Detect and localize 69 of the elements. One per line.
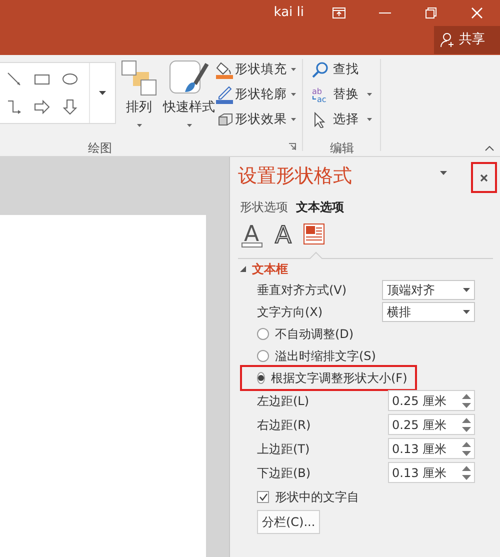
- dialog-launcher-icon[interactable]: [289, 143, 296, 150]
- close-button[interactable]: [471, 162, 497, 193]
- pane-title: 设置形状格式: [238, 164, 353, 189]
- ellipse-icon[interactable]: [62, 70, 78, 87]
- caret-icon: [136, 124, 142, 126]
- radio-option[interactable]: 溢出时缩排文字(S): [238, 345, 382, 367]
- shape-effect-icon: [216, 110, 233, 128]
- field-label: 下边距(B): [257, 464, 312, 482]
- field-label: 右边距(R): [257, 416, 312, 434]
- checkbox-label: 形状中的文字自: [275, 488, 359, 506]
- spin-arrows-icon: [462, 418, 471, 432]
- dropdown[interactable]: 顶端对齐: [382, 280, 475, 300]
- caret-icon: [291, 68, 296, 71]
- collapse-ribbon-icon[interactable]: [485, 146, 494, 151]
- radio-option[interactable]: 根据文字调整形状大小(F): [242, 367, 415, 389]
- person-add-icon: [440, 32, 456, 48]
- caret-icon: [463, 310, 470, 314]
- tab[interactable]: 文本选项: [294, 196, 350, 218]
- field-label: 垂直对齐方式(V): [257, 282, 348, 298]
- radio-option[interactable]: 不自动调整(D): [238, 323, 360, 345]
- tab[interactable]: 形状选项: [238, 196, 294, 218]
- arrange-icon: [121, 60, 157, 96]
- shape-command-button[interactable]: 形状填充: [216, 57, 296, 82]
- ribbon-display-icon[interactable]: [332, 7, 346, 19]
- caret-icon: [186, 124, 192, 126]
- field-label: 左边距(L): [257, 392, 310, 410]
- spin-field[interactable]: 0.13 厘米: [388, 438, 475, 459]
- expanded-icon[interactable]: [240, 266, 246, 272]
- caret-icon: [99, 91, 106, 95]
- close-icon[interactable]: [471, 7, 483, 19]
- pen-outline-icon: [216, 86, 233, 104]
- field-label: 上边距(T): [257, 440, 311, 458]
- edit-command-button[interactable]: 选择: [312, 107, 372, 132]
- section-title: 文本框: [252, 261, 288, 278]
- edit-command-button[interactable]: 查找: [312, 57, 372, 82]
- minimize-icon[interactable]: [379, 12, 391, 14]
- line-icon[interactable]: [6, 70, 22, 87]
- caret-icon: [463, 288, 470, 292]
- down-arrow-icon[interactable]: [62, 98, 78, 115]
- arrange-button[interactable]: 排列: [121, 60, 157, 126]
- checkbox[interactable]: [257, 490, 269, 502]
- shape-command-button[interactable]: 形状效果: [216, 107, 296, 132]
- shape-command-button[interactable]: 形状轮廓: [216, 82, 296, 107]
- share-button[interactable]: 共享: [434, 26, 500, 54]
- dropdown[interactable]: 横排: [382, 302, 475, 322]
- close-icon: [480, 174, 488, 182]
- user-name: kai li: [274, 4, 304, 22]
- paint-bucket-icon: [216, 60, 233, 78]
- spin-arrows-icon: [462, 442, 471, 456]
- group-label: 绘图: [88, 140, 112, 157]
- caret-icon: [291, 118, 296, 121]
- brush-icon: [169, 60, 209, 96]
- restore-icon[interactable]: [425, 7, 437, 19]
- quick-styles-button[interactable]: 快速样式: [163, 60, 215, 126]
- caret-icon: [291, 93, 296, 96]
- field-label: 文字方向(X): [257, 304, 324, 320]
- pointer-icon: [312, 112, 328, 128]
- spin-field[interactable]: 0.13 厘米: [388, 462, 475, 483]
- spin-arrows-icon: [462, 466, 471, 480]
- spin-field[interactable]: 0.25 厘米: [388, 414, 475, 435]
- right-arrow-icon[interactable]: [34, 98, 50, 115]
- spin-arrows-icon: [462, 394, 471, 408]
- elbow-connector-icon[interactable]: [6, 98, 22, 115]
- caret-icon[interactable]: [440, 171, 447, 175]
- columns-button[interactable]: 分栏(C)...: [257, 510, 320, 534]
- group-label: 编辑: [330, 140, 354, 157]
- search-icon: [312, 62, 328, 78]
- check-icon: [258, 492, 268, 500]
- spin-field[interactable]: 0.25 厘米: [388, 390, 475, 411]
